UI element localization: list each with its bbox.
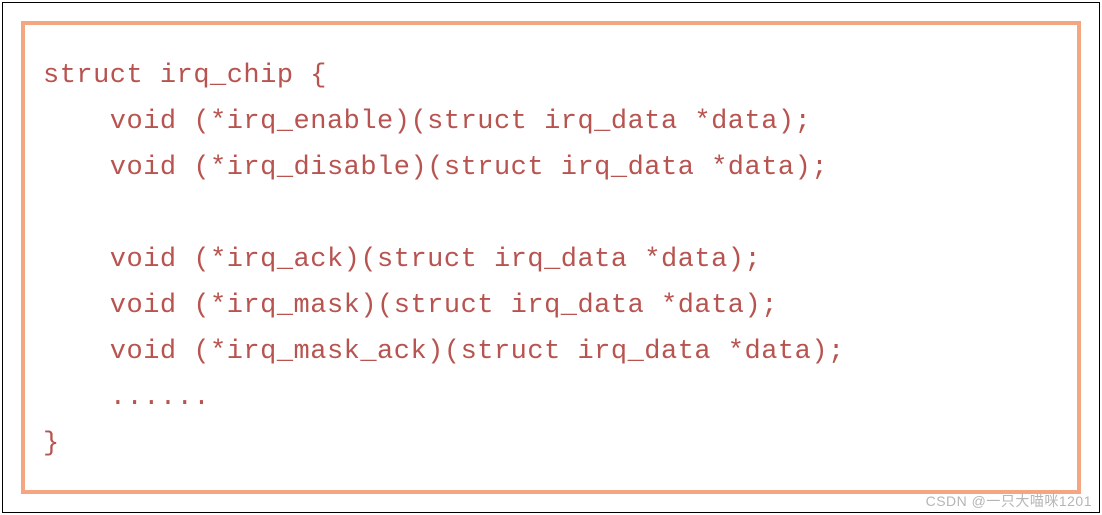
- watermark: CSDN @一只大喵咪1201: [926, 491, 1092, 511]
- code-line-1: void (*irq_enable)(struct irq_data *data…: [43, 107, 811, 137]
- code-line-4: void (*irq_ack)(struct irq_data *data);: [43, 245, 761, 275]
- code-line-2: void (*irq_disable)(struct irq_data *dat…: [43, 153, 828, 183]
- code-line-6: void (*irq_mask_ack)(struct irq_data *da…: [43, 337, 845, 367]
- code-container: struct irq_chip { void (*irq_enable)(str…: [21, 21, 1081, 494]
- code-block: struct irq_chip { void (*irq_enable)(str…: [43, 53, 1059, 467]
- code-line-7: ......: [43, 383, 210, 413]
- outer-frame: struct irq_chip { void (*irq_enable)(str…: [2, 2, 1100, 513]
- code-line-5: void (*irq_mask)(struct irq_data *data);: [43, 291, 778, 321]
- code-line-0: struct irq_chip {: [43, 61, 327, 91]
- code-line-8: }: [43, 429, 60, 459]
